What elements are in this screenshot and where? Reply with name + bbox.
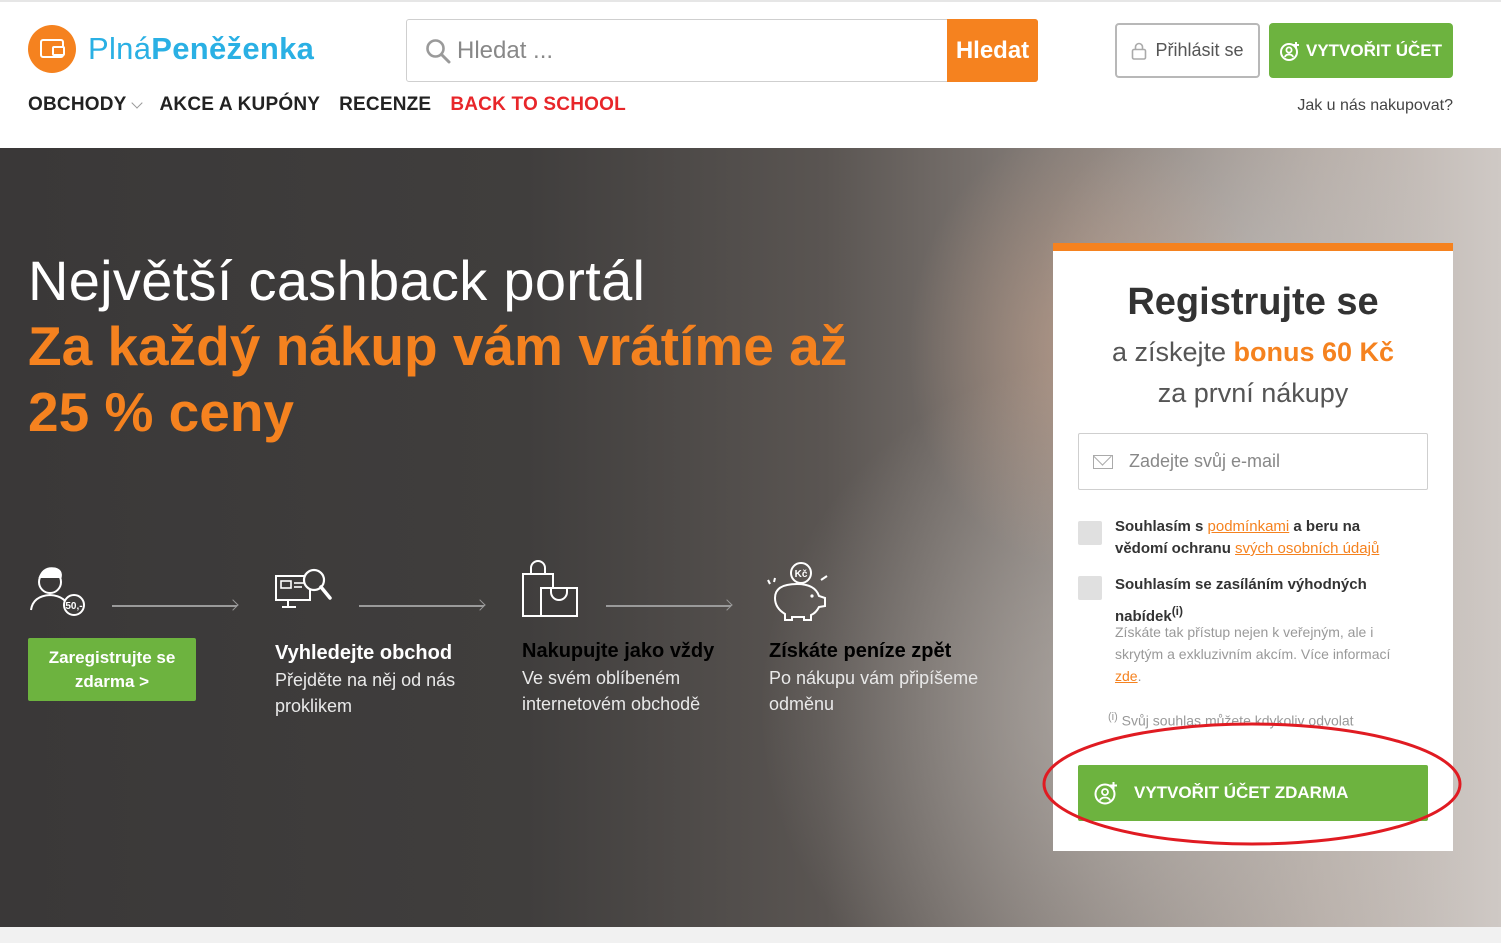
nav-item-label: RECENZE — [339, 94, 432, 115]
registration-subtitle-2: za první nákupy — [1157, 378, 1349, 408]
subtitle-prefix: a získejte — [1111, 337, 1234, 367]
step-desc: Přejděte na něj od nás proklikem — [275, 670, 456, 716]
nav-item-label: BACK TO SCHOOL — [450, 94, 626, 115]
logo[interactable]: PlnáPeněženka — [28, 25, 314, 73]
email-input[interactable] — [1129, 434, 1419, 489]
hero-headline: Největší cashback portál — [28, 249, 646, 312]
bonus-amount: bonus 60 Kč — [1233, 337, 1395, 367]
step-arrow — [359, 605, 484, 607]
login-button[interactable]: Přihlásit se — [1115, 23, 1260, 78]
login-label: Přihlásit se — [1155, 40, 1244, 60]
terms-checkbox[interactable] — [1078, 521, 1102, 545]
logo-text-part1: Plná — [88, 31, 152, 66]
user-coin-icon: 50,- — [30, 567, 85, 616]
consent-text: Souhlasím se zasíláním výhodných nabídek — [1115, 576, 1367, 625]
lock-icon — [1132, 42, 1147, 60]
search-icon — [426, 39, 451, 64]
nav-item-obchody[interactable]: OBCHODY — [28, 94, 143, 116]
search-bar: Hledat — [406, 19, 1038, 82]
main-nav: OBCHODY AKCE A KUPÓNY RECENZE BACK TO SC… — [28, 94, 645, 116]
consent-text: Souhlasím s — [1115, 518, 1208, 535]
registration-card: Registrujte se a získejte bonus 60 Kč za… — [1053, 243, 1453, 851]
more-info-link[interactable]: zde — [1115, 668, 1138, 684]
piggy-bank-icon: Kč — [767, 562, 828, 621]
cta-label: VYTVOŘIT ÚČET ZDARMA — [1134, 783, 1349, 802]
email-field — [1078, 433, 1428, 490]
coin-badge-text: 50,- — [65, 601, 82, 612]
coin-badge-text: Kč — [795, 569, 808, 580]
shopping-bag-icon — [522, 560, 578, 617]
add-user-icon — [1279, 41, 1299, 61]
add-user-icon — [1094, 782, 1117, 805]
consent-revoke-note: (i) Svůj souhlas můžete kdykoliv odvolat — [1108, 711, 1354, 729]
logo-text-part2: Peněženka — [151, 31, 315, 66]
create-free-account-button[interactable]: VYTVOŘIT ÚČET ZDARMA — [1078, 765, 1428, 821]
step-title: Nakupujte jako vždy — [522, 640, 715, 662]
info-marker: (i) — [1171, 604, 1184, 618]
step-arrow — [606, 605, 731, 607]
privacy-link[interactable]: svých osobních údajů — [1235, 540, 1379, 557]
search-button[interactable]: Hledat — [947, 19, 1038, 82]
mail-icon — [1093, 455, 1113, 469]
info-marker: (i) — [1108, 711, 1118, 723]
step-title: Získáte peníze zpět — [769, 640, 952, 662]
register-free-button[interactable]: Zaregistrujte se zdarma > — [28, 638, 196, 701]
step-arrow — [112, 605, 237, 607]
chevron-down-icon — [130, 96, 143, 109]
step-desc: Po nákupu vám připíšeme odměnu — [769, 668, 979, 714]
search-input[interactable] — [457, 20, 937, 81]
step-desc: Ve svém oblíbeném internetovém obchodě — [522, 668, 701, 714]
info-text-end: . — [1137, 668, 1142, 684]
nav-item-label: AKCE A KUPÓNY — [159, 94, 321, 115]
registration-subtitle: a získejte bonus 60 Kč — [1053, 337, 1453, 368]
page-bottom-strip — [0, 927, 1501, 943]
site-header: PlnáPeněženka Hledat Přihlásit se VYTVOŘ… — [0, 0, 1501, 132]
nav-item-label: OBCHODY — [28, 94, 127, 115]
wallet-icon — [28, 25, 76, 73]
offers-info-text: Získáte tak přístup nejen k veřejným, al… — [1115, 621, 1415, 687]
how-to-shop-link[interactable]: Jak u nás nakupovat? — [1297, 97, 1453, 115]
search-shop-icon — [275, 568, 332, 608]
note-text: Svůj souhlas můžete kdykoliv odvolat — [1117, 712, 1354, 729]
nav-item-back-to-school[interactable]: BACK TO SCHOOL — [450, 94, 626, 116]
offers-checkbox[interactable] — [1078, 576, 1102, 600]
hero-subheadline: Za každý nákup vám vrátíme až 25 % ceny — [28, 315, 848, 443]
create-account-label: VYTVOŘIT ÚČET — [1305, 40, 1442, 60]
registration-title: Registrujte se — [1127, 281, 1379, 323]
terms-link[interactable]: podmínkami — [1208, 518, 1290, 535]
terms-consent-text: Souhlasím s podmínkami a beru na vědomí … — [1115, 516, 1415, 560]
info-text: Získáte tak přístup nejen k veřejným, al… — [1115, 624, 1391, 662]
logo-text: PlnáPeněženka — [88, 31, 314, 67]
nav-item-recenze[interactable]: RECENZE — [339, 94, 431, 116]
step-title: Vyhledejte obchod — [275, 642, 453, 664]
create-account-button[interactable]: VYTVOŘIT ÚČET — [1269, 23, 1453, 78]
nav-item-akce[interactable]: AKCE A KUPÓNY — [160, 94, 321, 116]
hero-section: Největší cashback portál Za každý nákup … — [0, 148, 1501, 927]
